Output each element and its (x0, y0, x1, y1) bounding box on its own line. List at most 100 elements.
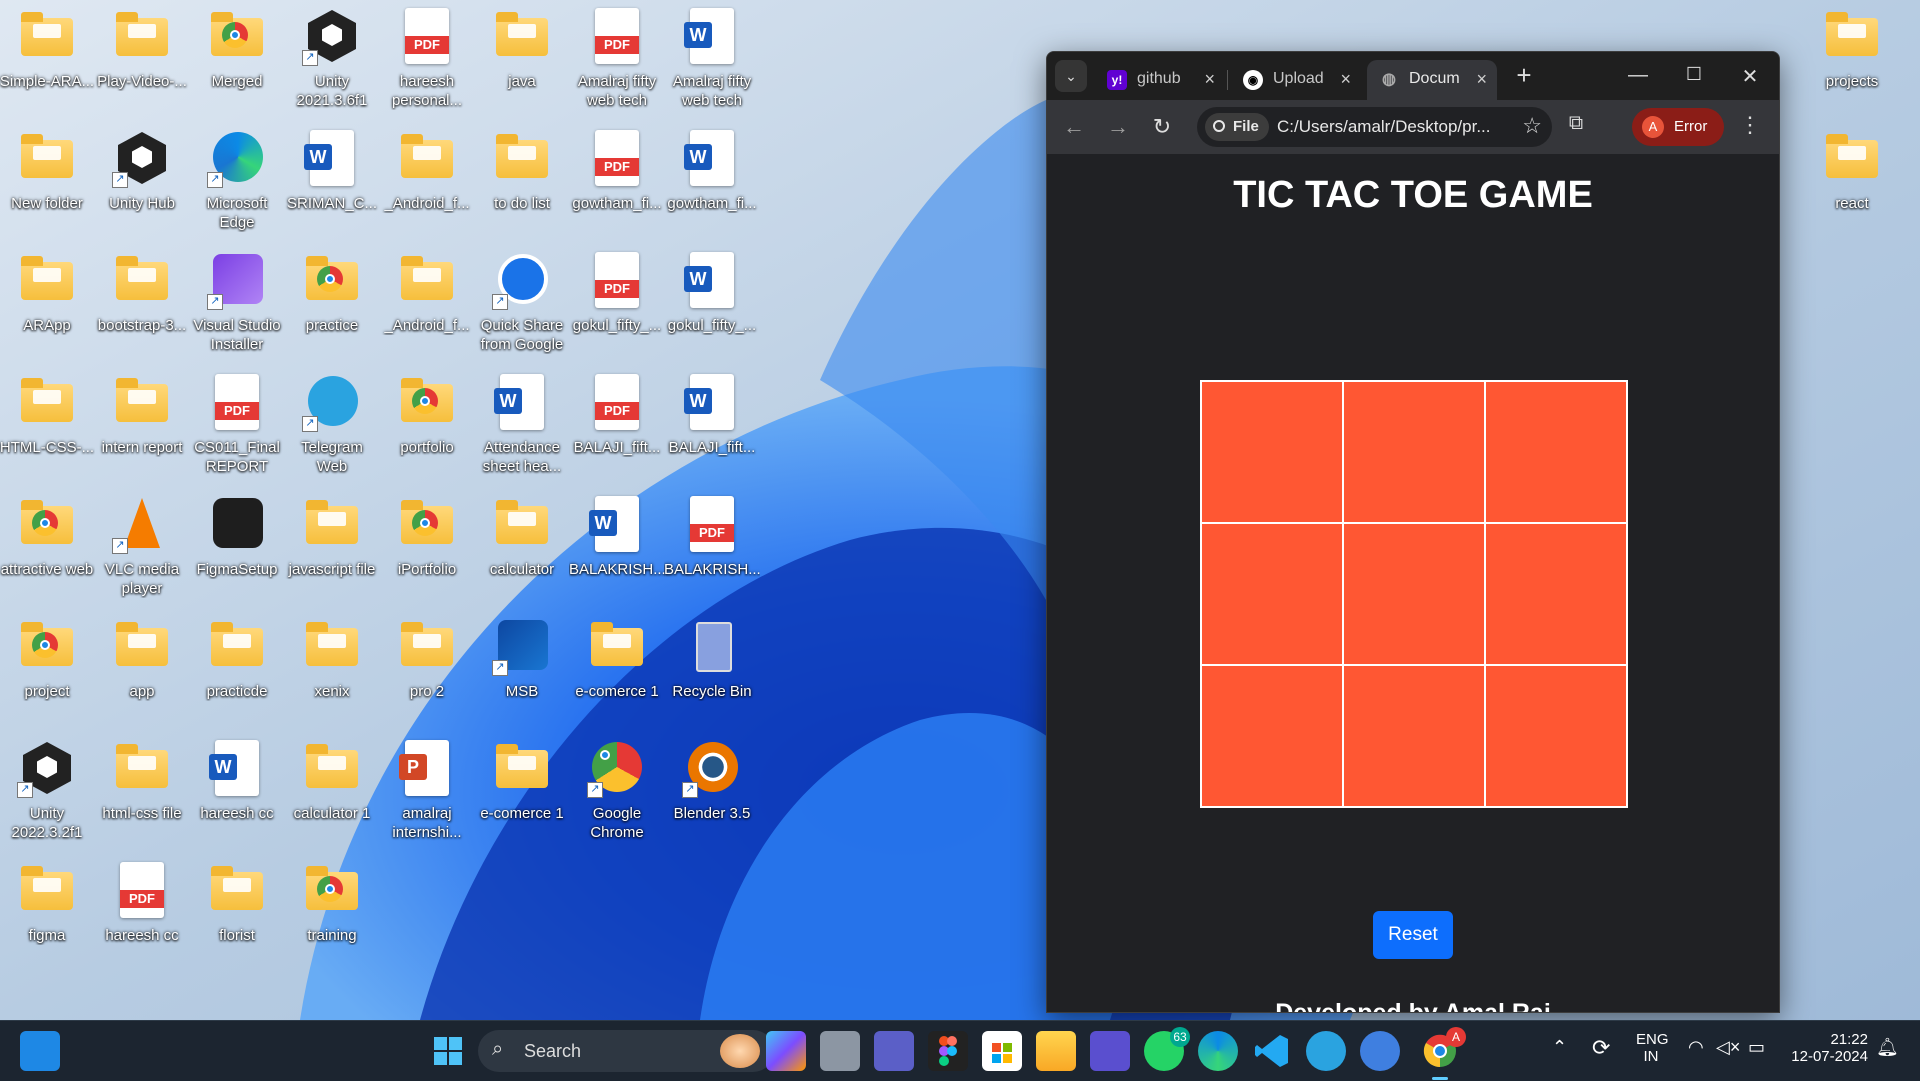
input-language-indicator[interactable]: ENG IN (1636, 1031, 1669, 1065)
desktop-icon-msb[interactable]: ↗ MSB (475, 610, 569, 728)
desktop-icon-gowtham-fi[interactable]: Wgowtham_fi... (665, 122, 759, 240)
desktop-icon-portfolio[interactable]: portfolio (380, 366, 474, 484)
desktop-icon-balaji-fift[interactable]: W BALAJI_fift... (665, 366, 759, 484)
desktop-icon-hareesh-cc[interactable]: Whareesh cc (190, 732, 284, 850)
desktop-icon-practicde[interactable]: practicde (190, 610, 284, 728)
extensions-puzzle-icon[interactable]: ⧉ (1561, 112, 1591, 142)
sync-icon[interactable]: ⟳ (1592, 1035, 1610, 1061)
desktop-icon-gowtham-fi[interactable]: PDF gowtham_fi... (570, 122, 664, 240)
teams-icon[interactable] (874, 1031, 914, 1071)
desktop-icon-iportfolio[interactable]: iPortfolio (380, 488, 474, 606)
board-cell[interactable] (1343, 523, 1485, 665)
desktop-icon-google-chrome[interactable]: ↗ Google Chrome (570, 732, 664, 850)
vscode-icon[interactable] (1252, 1031, 1292, 1071)
desktop-icon-pro-2[interactable]: pro 2 (380, 610, 474, 728)
desktop-icon-practice[interactable]: practice (285, 244, 379, 362)
tab-document-active[interactable]: ◍ Docum × (1367, 60, 1497, 100)
battery-icon[interactable]: ▭ (1748, 1037, 1765, 1058)
desktop-icon-sriman-c[interactable]: W SRIMAN_C... (285, 122, 379, 240)
new-tab-button[interactable]: + (1510, 62, 1538, 90)
board-cell[interactable] (1485, 381, 1627, 523)
desktop-icon-calculator-1[interactable]: calculator 1 (285, 732, 379, 850)
desktop-icon-play-video[interactable]: Play-Video-... (95, 0, 189, 118)
desktop-icon-new-folder[interactable]: New folder (0, 122, 94, 240)
close-tab-icon[interactable]: × (1476, 69, 1487, 90)
desktop-icon-bootstrap-3[interactable]: bootstrap-3... (95, 244, 189, 362)
desktop-icon-unity-2022-3-2f1[interactable]: ↗ Unity 2022.3.2f1 (0, 732, 94, 850)
reset-button[interactable]: Reset (1373, 911, 1453, 959)
desktop-icon-app[interactable]: app (95, 610, 189, 728)
site-info-chip[interactable]: File (1205, 113, 1269, 141)
desktop-icon-balakrish[interactable]: W BALAKRISH... (569, 488, 665, 606)
desktop-icon-e-comerce-1[interactable]: e-comerce 1 (475, 732, 569, 850)
desktop-icon-arapp[interactable]: ARApp (0, 244, 94, 362)
clock[interactable]: 21:22 12-07-2024 (1786, 1031, 1868, 1065)
desktop-icon-microsoft-edge[interactable]: ↗ Microsoft Edge (190, 122, 284, 240)
chrome-browser-window[interactable]: ⌄ y! github × ◉ Upload × ◍ Docum × + — ☐… (1046, 51, 1780, 1013)
reload-icon[interactable]: ↻ (1147, 112, 1177, 142)
desktop-icon-android-f[interactable]: _Android_f... (380, 244, 474, 362)
back-arrow-icon[interactable]: ← (1059, 112, 1089, 142)
desktop-icon-project[interactable]: project (0, 610, 94, 728)
desktop-icon-vlc-media-player[interactable]: ↗ VLC media player (95, 488, 189, 606)
desktop-icon-amalraj-fifty-web-tech[interactable]: PDF Amalraj fifty web tech (570, 0, 664, 118)
taskbar-search-box[interactable]: ⌕ Search (478, 1030, 774, 1072)
desktop-icon-java[interactable]: java (475, 0, 569, 118)
desktop-icon-blender-3-5[interactable]: ↗ Blender 3.5 (665, 732, 759, 850)
desktop-icon-simple-ara[interactable]: Simple-ARA... (0, 0, 94, 118)
bookmark-star-icon[interactable]: ☆ (1522, 113, 1542, 139)
desktop-icon-amalraj-internshi[interactable]: Pamalraj internshi... (380, 732, 474, 850)
board-cell[interactable] (1485, 523, 1627, 665)
board-cell[interactable] (1485, 665, 1627, 807)
widgets-icon[interactable] (20, 1031, 60, 1071)
desktop-icon-attractive-web[interactable]: attractive web (0, 488, 94, 606)
edge-icon[interactable] (1198, 1031, 1238, 1071)
kebab-menu-icon[interactable]: ⋮ (1739, 112, 1761, 138)
desktop-icon-balakrish[interactable]: PDF BALAKRISH... (664, 488, 760, 606)
board-cell[interactable] (1343, 665, 1485, 807)
microsoft-store-icon[interactable] (982, 1031, 1022, 1071)
desktop-icon-amalraj-fifty-web-tech[interactable]: W Amalraj fifty web tech (665, 0, 759, 118)
desktop-icon-html-css[interactable]: HTML-CSS-... (0, 366, 94, 484)
profile-error-button[interactable]: A Error (1632, 108, 1724, 146)
close-tab-icon[interactable]: × (1340, 69, 1351, 90)
desktop-icon-android-f[interactable]: _Android_f... (380, 122, 474, 240)
desktop-icon-hareesh-cc[interactable]: PDF hareesh cc (95, 854, 189, 972)
desktop-icon-attendance-sheet-hea[interactable]: W Attendance sheet hea... (475, 366, 569, 484)
close-tab-icon[interactable]: × (1204, 69, 1215, 90)
notification-bell-icon[interactable]: 🔔︎ (1876, 1037, 1899, 1058)
forward-arrow-icon[interactable]: → (1103, 112, 1133, 142)
address-bar[interactable]: File C:/Users/amalr/Desktop/pr... ☆ (1197, 107, 1552, 147)
desktop-icon-visual-studio-installer[interactable]: ↗ Visual Studio Installer (190, 244, 284, 362)
desktop-icon-unity-2021-3-6f1[interactable]: ↗ Unity 2021.3.6f1 (285, 0, 379, 118)
desktop-icon-cs011-final-report[interactable]: PDF CS011_Final REPORT (190, 366, 284, 484)
wifi-icon[interactable]: ◠ (1688, 1037, 1704, 1058)
desktop-icon-e-comerce-1[interactable]: e-comerce 1 (570, 610, 664, 728)
desktop-icon-figma[interactable]: figma (0, 854, 94, 972)
desktop-icon-quick-share-from-google[interactable]: ↗ Quick Share from Google (475, 244, 569, 362)
board-cell[interactable] (1201, 665, 1343, 807)
desktop-icon-javascript-file[interactable]: javascript file (285, 488, 379, 606)
maya-icon[interactable] (1090, 1031, 1130, 1071)
close-window-icon[interactable]: ✕ (1727, 64, 1773, 89)
desktop-icon-figmasetup[interactable]: FigmaSetup (190, 488, 284, 606)
speaker-muted-icon[interactable]: ◁× (1716, 1037, 1740, 1058)
desktop-icon-intern-report[interactable]: intern report (95, 366, 189, 484)
desktop-icon-to-do-list[interactable]: to do list (475, 122, 569, 240)
board-cell[interactable] (1201, 381, 1343, 523)
chevron-up-icon[interactable]: ⌃ (1552, 1037, 1567, 1058)
desktop-icon-gokul-fifty[interactable]: PDF gokul_fifty_... (570, 244, 664, 362)
tab-github[interactable]: y! github × (1095, 60, 1225, 100)
desktop-icon-xenix[interactable]: xenix (285, 610, 379, 728)
desktop-icon-calculator[interactable]: calculator (475, 488, 569, 606)
desktop-icon-gokul-fifty[interactable]: Wgokul_fifty_... (665, 244, 759, 362)
chrome-taskbar-icon[interactable]: A (1420, 1027, 1466, 1080)
url-text[interactable]: C:/Users/amalr/Desktop/pr... (1277, 117, 1502, 137)
tab-search-dropdown-icon[interactable]: ⌄ (1055, 60, 1087, 92)
desktop-icon-html-css-file[interactable]: html-css file (95, 732, 189, 850)
tab-upload[interactable]: ◉ Upload × (1231, 60, 1361, 100)
desktop-icon-recycle-bin[interactable]: Recycle Bin (665, 610, 759, 728)
file-explorer-icon[interactable] (1036, 1031, 1076, 1071)
desktop-icon-florist[interactable]: florist (190, 854, 284, 972)
desktop-icon-projects[interactable]: projects (1805, 0, 1899, 118)
